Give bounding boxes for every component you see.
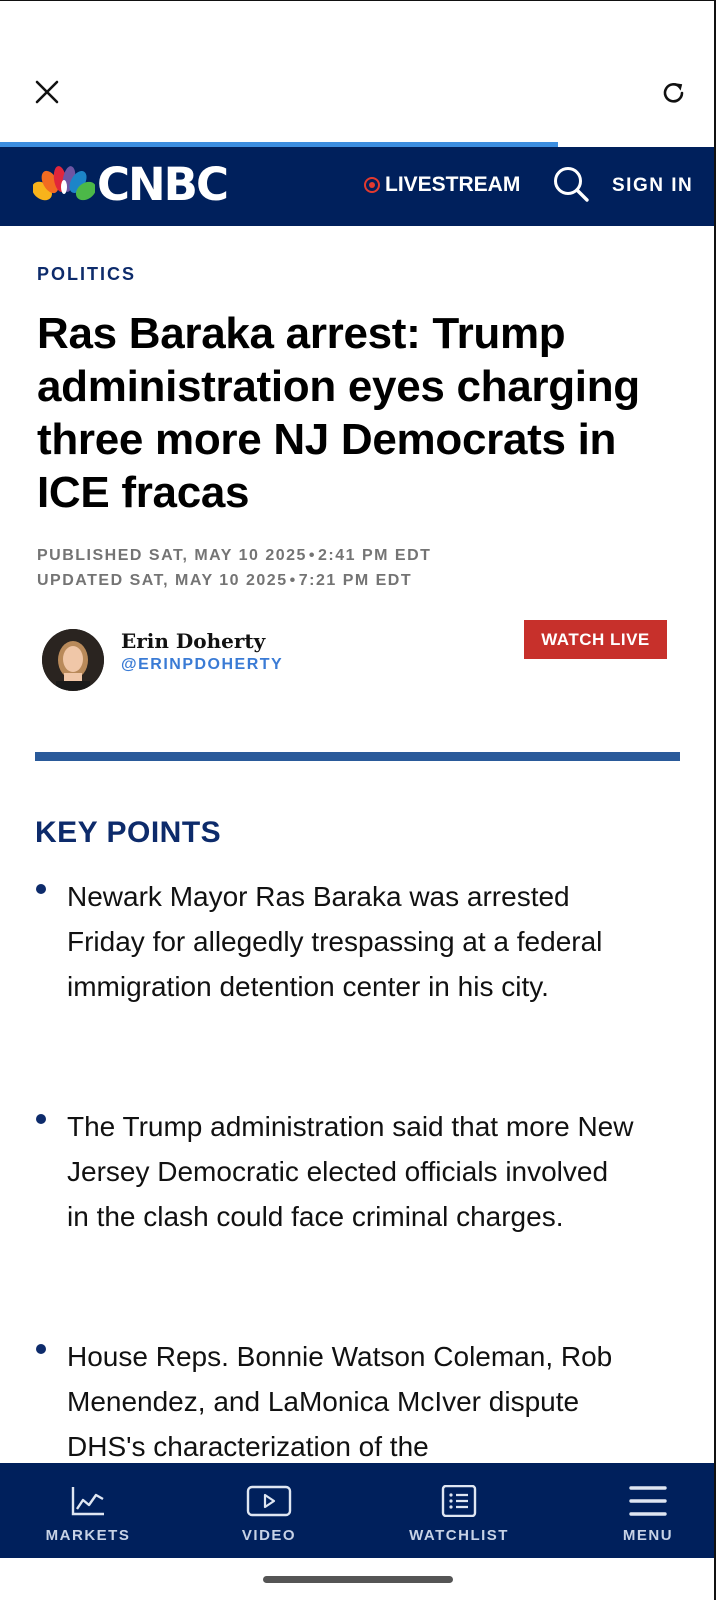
bullet-icon	[36, 884, 46, 894]
search-icon[interactable]	[552, 165, 590, 203]
livestream-link[interactable]: LIVESTREAM	[364, 173, 520, 197]
app-frame: CNBC LIVESTREAM SIGN IN POLITICS Ras Bar…	[0, 0, 716, 1600]
watch-live-button[interactable]: WATCH LIVE	[524, 620, 667, 659]
nav-video-label: VIDEO	[241, 1527, 297, 1544]
author-byline: Erin Doherty @ERINPDOHERTY WATCH LIVE	[42, 620, 692, 699]
nav-watchlist-label: WATCHLIST	[409, 1527, 509, 1544]
logo-wordmark: CNBC	[97, 158, 229, 211]
nav-watchlist[interactable]: WATCHLIST	[403, 1463, 515, 1558]
author-handle[interactable]: @ERINPDOHERTY	[121, 656, 283, 674]
published-line: PUBLISHED SAT, MAY 10 2025 • 2:41 PM EDT	[37, 543, 431, 568]
published-time: 2:41 PM EDT	[318, 547, 432, 564]
nav-markets[interactable]: MARKETS	[38, 1463, 138, 1558]
section-divider	[35, 752, 680, 761]
livestream-label: LIVESTREAM	[385, 173, 521, 196]
published-date: PUBLISHED SAT, MAY 10 2025	[37, 547, 307, 564]
nav-menu-label: MENU	[622, 1527, 674, 1544]
key-point-text: The Trump administration said that more …	[67, 1111, 634, 1232]
live-dot-icon	[364, 177, 380, 193]
browser-chrome	[0, 1, 714, 143]
close-icon[interactable]	[34, 79, 60, 105]
key-point-text: House Reps. Bonnie Watson Coleman, Rob M…	[67, 1341, 613, 1462]
bottom-nav: MARKETS VIDEO WATCHLIST MENU	[0, 1463, 714, 1558]
author-photo	[42, 629, 104, 691]
nav-video[interactable]: VIDEO	[224, 1463, 314, 1558]
peacock-logo-icon	[33, 166, 95, 205]
bullet-icon	[36, 1344, 46, 1354]
home-indicator[interactable]	[263, 1576, 453, 1583]
updated-time: 7:21 PM EDT	[298, 572, 413, 589]
list-icon	[441, 1485, 477, 1517]
author-avatar[interactable]	[42, 629, 104, 691]
sign-in-button[interactable]: SIGN IN	[612, 175, 693, 197]
play-icon	[246, 1485, 292, 1517]
updated-separator: •	[289, 572, 297, 589]
home-indicator-area	[0, 1558, 714, 1600]
bullet-icon	[36, 1114, 46, 1124]
nav-menu[interactable]: MENU	[611, 1463, 686, 1558]
section-label[interactable]: POLITICS	[37, 264, 136, 285]
key-points-title: KEY POINTS	[35, 816, 222, 849]
chart-line-icon	[71, 1487, 104, 1516]
article-timestamps: PUBLISHED SAT, MAY 10 2025 • 2:41 PM EDT U…	[37, 543, 431, 593]
article-headline: Ras Baraka arrest: Trump administration …	[37, 309, 640, 517]
updated-line: UPDATED SAT, MAY 10 2025 • 7:21 PM EDT	[37, 568, 431, 593]
author-name[interactable]: Erin Doherty	[121, 629, 265, 653]
published-separator: •	[308, 547, 317, 564]
updated-date: UPDATED SAT, MAY 10 2025	[37, 572, 288, 589]
nav-markets-label: MARKETS	[45, 1527, 131, 1544]
site-header: CNBC LIVESTREAM SIGN IN	[0, 147, 714, 226]
hamburger-icon	[629, 1486, 667, 1516]
reload-icon[interactable]	[660, 79, 688, 107]
cnbc-logo[interactable]: CNBC	[33, 158, 229, 211]
key-point-text: Newark Mayor Ras Baraka was arrested Fri…	[67, 881, 603, 1002]
